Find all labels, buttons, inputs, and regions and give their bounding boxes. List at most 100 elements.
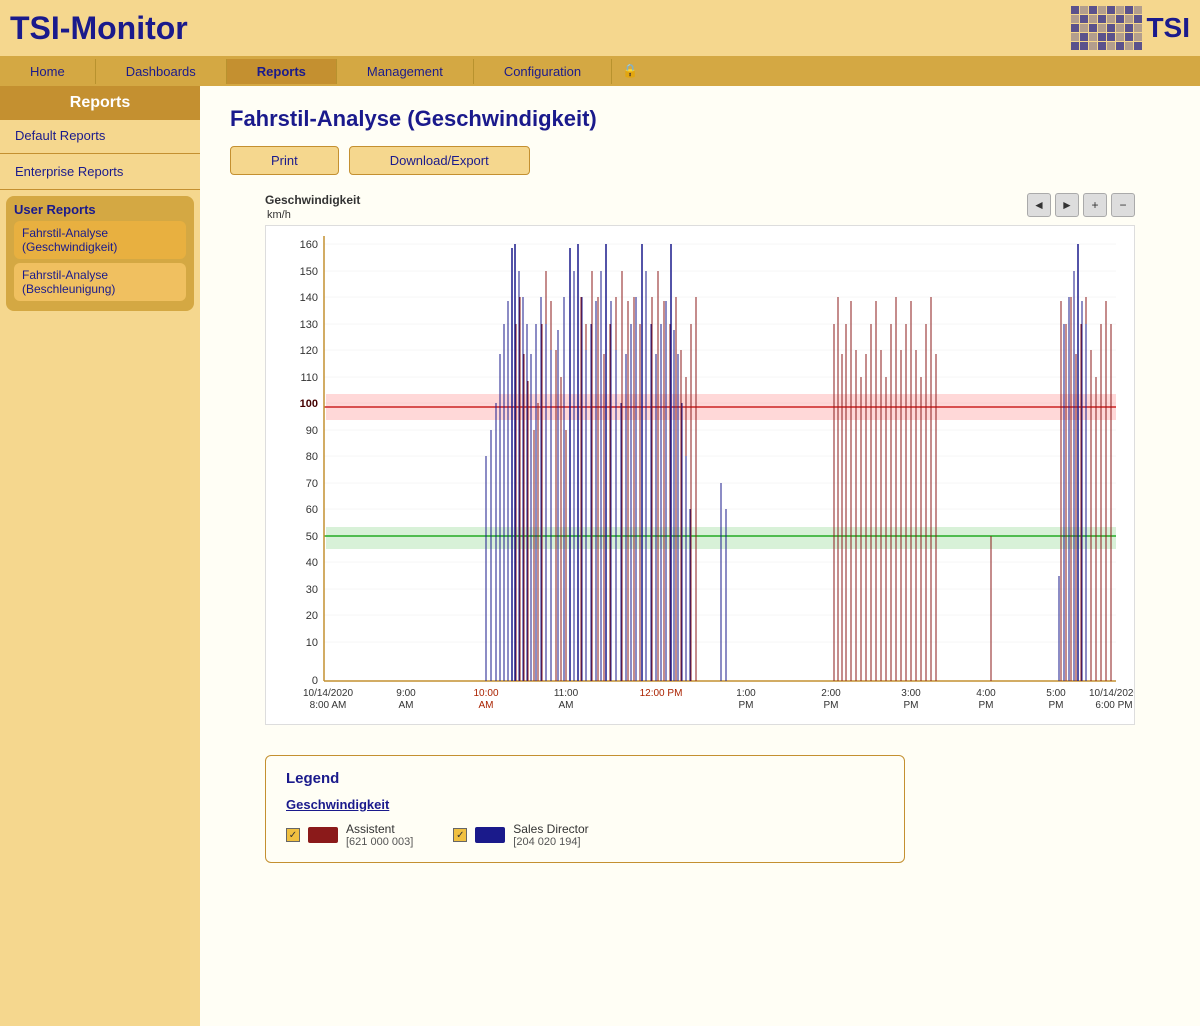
logo-dot xyxy=(1098,42,1106,50)
layout: Reports Default Reports Enterprise Repor… xyxy=(0,86,1200,1026)
nav-item-home[interactable]: Home xyxy=(0,59,96,84)
svg-text:AM: AM xyxy=(559,700,574,711)
svg-text:AM: AM xyxy=(479,700,494,711)
svg-text:2:00: 2:00 xyxy=(821,688,841,699)
lock-icon[interactable]: 🔒 xyxy=(612,58,648,84)
logo-area: TSI xyxy=(1071,6,1190,50)
logo-dot xyxy=(1071,33,1079,41)
sidebar-divider xyxy=(0,189,200,190)
svg-text:1:00: 1:00 xyxy=(736,688,756,699)
svg-text:0: 0 xyxy=(312,675,318,687)
legend-items: ✓ Assistent [621 000 003] ✓ Sales Direct… xyxy=(286,822,884,848)
legend-title: Legend xyxy=(286,770,884,787)
svg-text:160: 160 xyxy=(300,239,318,251)
svg-text:PM: PM xyxy=(824,700,839,711)
svg-text:120: 120 xyxy=(300,345,318,357)
svg-text:100: 100 xyxy=(300,398,318,410)
legend-label-sales-director: Sales Director [204 020 194] xyxy=(513,822,588,848)
svg-text:AM: AM xyxy=(399,700,414,711)
chart-next-button[interactable]: ► xyxy=(1055,193,1079,217)
logo-dot xyxy=(1080,15,1088,23)
chart-y-unit: km/h xyxy=(267,209,360,221)
svg-text:50: 50 xyxy=(306,531,318,543)
chart-svg: 160 150 140 130 120 110 100 90 80 70 60 … xyxy=(265,225,1135,725)
logo-dot xyxy=(1125,42,1133,50)
nav-item-dashboards[interactable]: Dashboards xyxy=(96,59,227,84)
legend-item-sales-director: ✓ Sales Director [204 020 194] xyxy=(453,822,588,848)
logo-dot xyxy=(1089,24,1097,32)
svg-text:10/14/2020: 10/14/2020 xyxy=(1089,688,1135,699)
nav-item-management[interactable]: Management xyxy=(337,59,474,84)
legend-color-assistent xyxy=(308,827,338,843)
svg-text:11:00: 11:00 xyxy=(554,688,579,699)
logo-dot xyxy=(1134,33,1142,41)
logo-dot xyxy=(1098,33,1106,41)
logo-dot xyxy=(1080,24,1088,32)
svg-text:10:00: 10:00 xyxy=(473,688,498,699)
logo-dot xyxy=(1116,6,1124,14)
sidebar-link-default-reports[interactable]: Default Reports xyxy=(0,120,200,151)
logo-dot xyxy=(1071,6,1079,14)
logo-dot xyxy=(1071,42,1079,50)
svg-text:8:00 AM: 8:00 AM xyxy=(310,700,347,711)
logo-dot xyxy=(1098,6,1106,14)
svg-text:10: 10 xyxy=(306,637,318,649)
chart-zoom-in-button[interactable]: + xyxy=(1083,193,1107,217)
svg-text:4:00: 4:00 xyxy=(976,688,996,699)
logo-dot xyxy=(1116,33,1124,41)
logo-dot xyxy=(1134,15,1142,23)
legend-checkbox-assistent[interactable]: ✓ xyxy=(286,828,300,842)
header: TSI-Monitor xyxy=(0,0,1200,56)
logo-dot xyxy=(1089,42,1097,50)
sidebar-title: Reports xyxy=(0,86,200,120)
nav-item-configuration[interactable]: Configuration xyxy=(474,59,612,84)
svg-text:6:00 PM: 6:00 PM xyxy=(1095,700,1132,711)
svg-text:PM: PM xyxy=(739,700,754,711)
svg-text:130: 130 xyxy=(300,319,318,331)
svg-text:90: 90 xyxy=(306,425,318,437)
nav-item-reports[interactable]: Reports xyxy=(227,59,337,84)
svg-text:20: 20 xyxy=(306,610,318,622)
svg-text:140: 140 xyxy=(300,292,318,304)
legend-subtitle: Geschwindigkeit xyxy=(286,797,884,812)
sidebar-user-reports-title: User Reports xyxy=(14,202,186,217)
logo-dot xyxy=(1080,33,1088,41)
download-export-button[interactable]: Download/Export xyxy=(349,146,530,175)
logo-dot xyxy=(1107,33,1115,41)
chart-prev-button[interactable]: ◄ xyxy=(1027,193,1051,217)
logo-dot xyxy=(1107,6,1115,14)
svg-text:PM: PM xyxy=(1049,700,1064,711)
svg-text:30: 30 xyxy=(306,584,318,596)
sidebar-item-fahrstil-beschleunigung[interactable]: Fahrstil-Analyse(Beschleunigung) xyxy=(14,263,186,301)
sidebar-item-fahrstil-geschwindigkeit[interactable]: Fahrstil-Analyse(Geschwindigkeit) xyxy=(14,221,186,259)
svg-text:150: 150 xyxy=(300,266,318,278)
chart-zoom-out-button[interactable]: − xyxy=(1111,193,1135,217)
logo-dot xyxy=(1098,15,1106,23)
legend-label-assistent: Assistent [621 000 003] xyxy=(346,822,413,848)
app-title: TSI-Monitor xyxy=(10,10,188,47)
chart-nav: ◄ ► + − xyxy=(1027,193,1135,217)
svg-text:80: 80 xyxy=(306,451,318,463)
svg-text:9:00: 9:00 xyxy=(396,688,416,699)
legend-checkbox-sales-director[interactable]: ✓ xyxy=(453,828,467,842)
logo-dot xyxy=(1071,24,1079,32)
svg-text:60: 60 xyxy=(306,504,318,516)
logo-dot xyxy=(1080,6,1088,14)
legend-color-sales-director xyxy=(475,827,505,843)
logo-dot xyxy=(1107,42,1115,50)
logo-dot xyxy=(1089,33,1097,41)
svg-text:5:00: 5:00 xyxy=(1046,688,1066,699)
sidebar-link-enterprise-reports[interactable]: Enterprise Reports xyxy=(0,156,200,187)
logo-dot xyxy=(1134,6,1142,14)
sidebar-user-reports-section: User Reports Fahrstil-Analyse(Geschwindi… xyxy=(6,196,194,311)
legend-item-assistent: ✓ Assistent [621 000 003] xyxy=(286,822,413,848)
logo-text: TSI xyxy=(1146,12,1190,44)
logo-dot xyxy=(1080,42,1088,50)
logo-dot xyxy=(1134,42,1142,50)
logo-grid xyxy=(1071,6,1142,50)
chart-y-label: Geschwindigkeit xyxy=(265,193,360,207)
print-button[interactable]: Print xyxy=(230,146,339,175)
logo-dot xyxy=(1107,15,1115,23)
svg-text:3:00: 3:00 xyxy=(901,688,921,699)
svg-text:12:00 PM: 12:00 PM xyxy=(640,688,683,699)
